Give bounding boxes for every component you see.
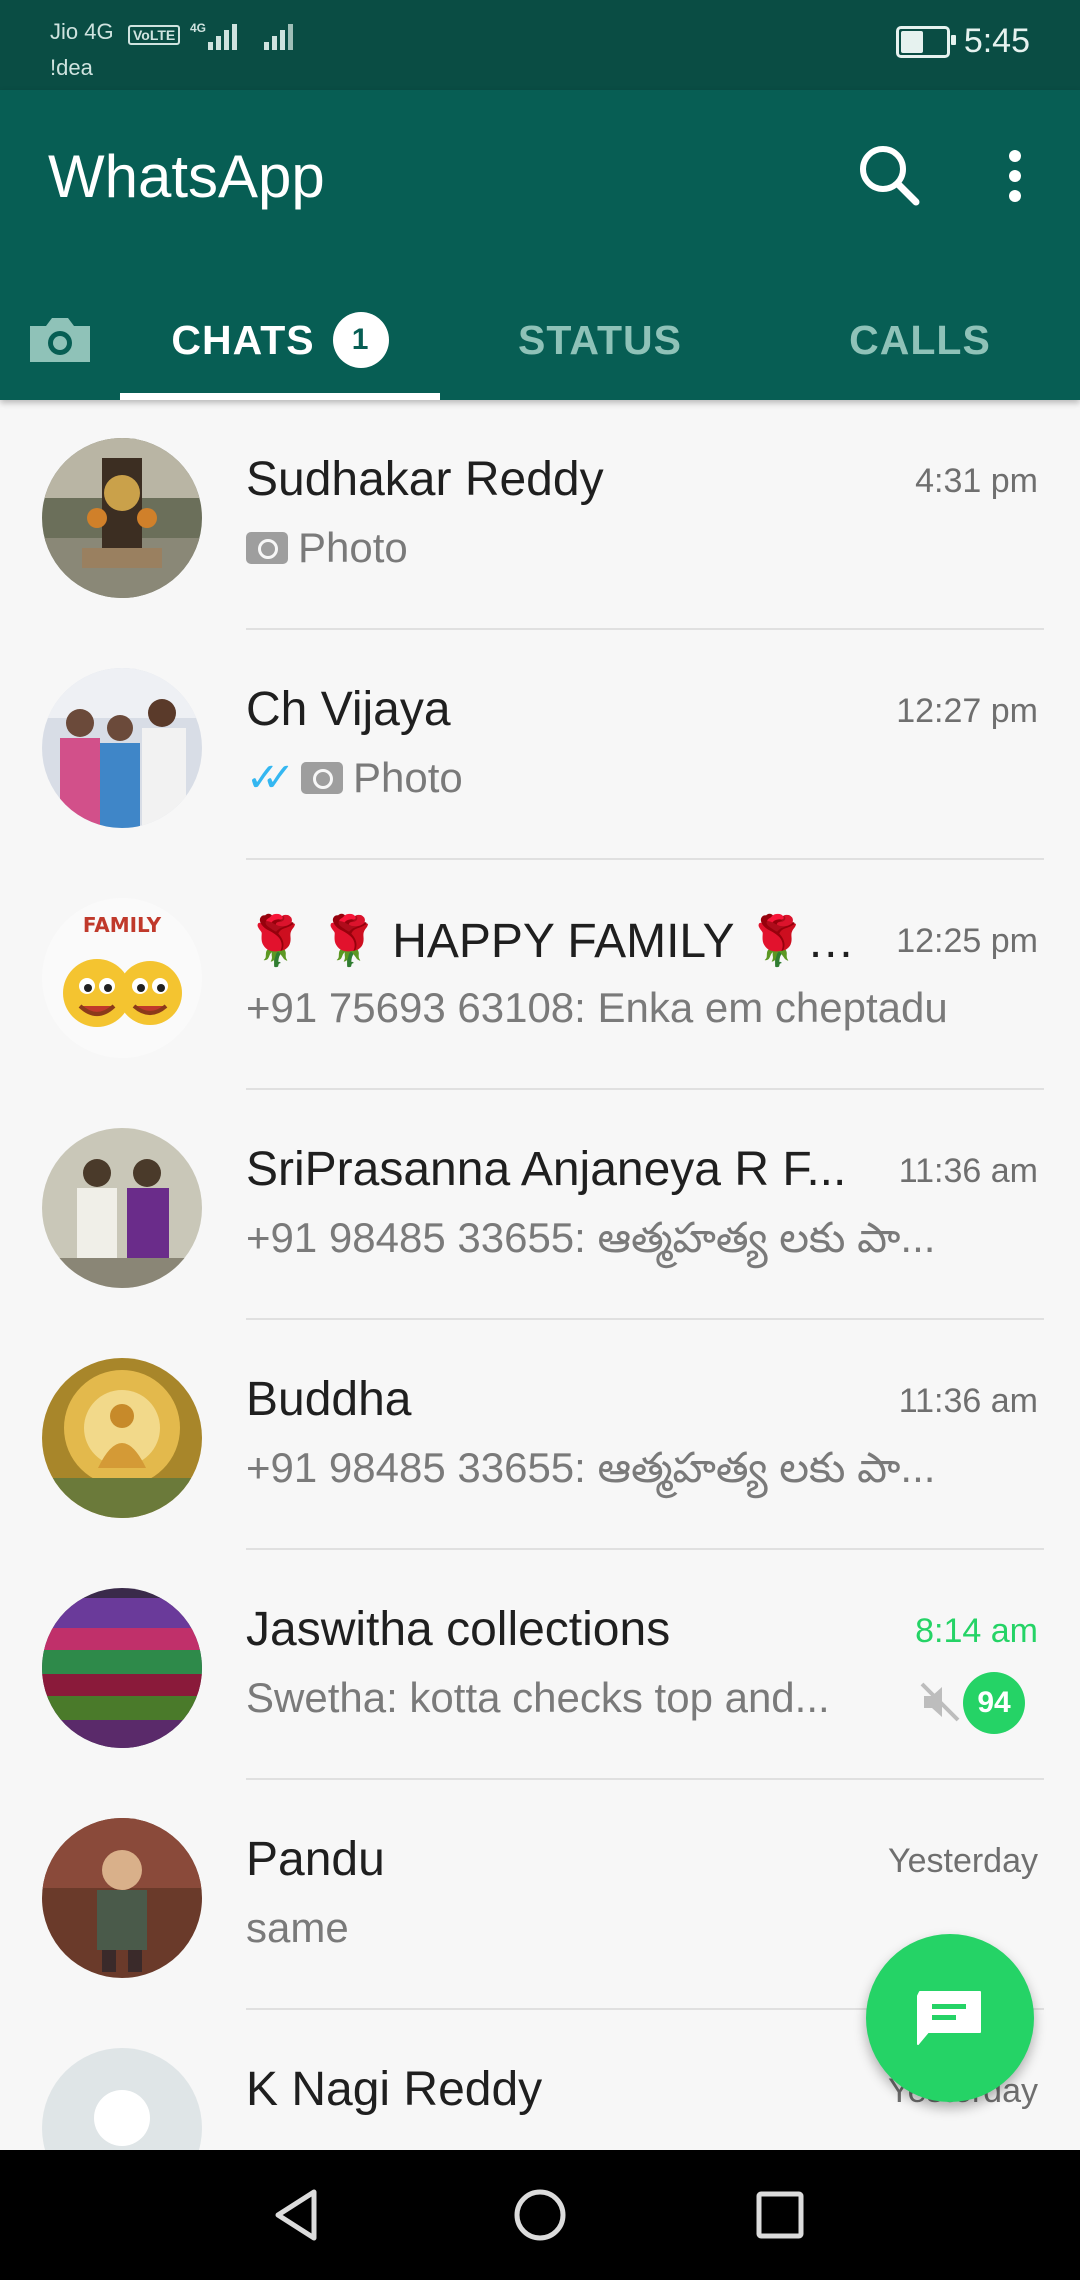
chat-row[interactable]: Jaswitha collections 8:14 am Swetha: kot…	[0, 1550, 1080, 1780]
network-icons: VoLTE 4G	[128, 20, 300, 50]
preview-text: Photo	[298, 524, 408, 571]
preview-text: same	[246, 1904, 349, 1951]
volte-icon: VoLTE	[128, 25, 181, 45]
chat-preview: +91 75693 63108: Enka em cheptadu	[246, 984, 948, 1032]
carrier-info: Jio 4G !dea	[50, 14, 114, 86]
svg-text:FAMILY: FAMILY	[83, 913, 162, 937]
chat-row[interactable]: Buddha 11:36 am +91 98485 33655: ఆత్మహత్…	[0, 1320, 1080, 1550]
preview-text: +91 98485 33655: ఆత్మహత్య లకు పా...	[246, 1214, 936, 1261]
avatar[interactable]	[42, 668, 202, 828]
chat-preview: +91 98485 33655: ఆత్మహత్య లకు పా...	[246, 1444, 935, 1503]
chats-unread-badge: 1	[332, 312, 389, 368]
chat-time: 11:36 am	[898, 1382, 1038, 1420]
carrier-2: !dea	[50, 55, 93, 80]
tab-chats-label: CHATS	[171, 316, 315, 363]
clock: 5:45	[963, 22, 1030, 60]
status-right: 5:45	[895, 22, 1030, 61]
signal-2-icon	[264, 24, 294, 50]
chat-name: Sudhakar Reddy	[246, 453, 604, 506]
signal-icon: 4G	[190, 21, 238, 50]
more-options-button[interactable]	[990, 136, 1040, 216]
chat-row[interactable]: FAMILY 🌹 🌹 HAPPY FAMILY 🌹 🌹 12:25 pm +91…	[0, 860, 1080, 1090]
nav-back-button[interactable]	[262, 2180, 332, 2250]
tab-camera[interactable]	[20, 300, 100, 380]
chat-time: 12:25 pm	[896, 922, 1038, 960]
preview-text: +91 98485 33655: ఆత్మహత్య లకు పా...	[246, 1444, 936, 1491]
back-icon	[275, 2189, 317, 2241]
chat-name: K Nagi Reddy	[246, 2063, 543, 2116]
status-bar: Jio 4G !dea VoLTE 4G 5:45	[0, 0, 1080, 90]
chat-name: 🌹 🌹 HAPPY FAMILY 🌹 🌹	[246, 915, 866, 968]
chat-row[interactable]: Sudhakar Reddy 4:31 pm Photo	[0, 400, 1080, 630]
tab-calls-label: CALLS	[849, 316, 991, 363]
photo-icon	[301, 762, 344, 794]
nav-home-button[interactable]	[505, 2180, 575, 2250]
carrier-1: Jio 4G	[50, 19, 114, 44]
chat-time: 4:31 pm	[915, 462, 1038, 500]
tab-chats[interactable]: CHATS 1	[120, 280, 440, 400]
default-avatar-icon	[42, 2048, 202, 2150]
new-chat-icon	[917, 1991, 981, 2045]
chat-name: Buddha	[246, 1373, 412, 1426]
chat-name: Pandu	[246, 1833, 385, 1886]
chat-row[interactable]: Ch Vijaya 12:27 pm ✓✓ Photo	[0, 630, 1080, 860]
chat-name: Ch Vijaya	[246, 683, 451, 736]
avatar[interactable]	[42, 2048, 202, 2150]
recents-icon	[756, 2191, 804, 2239]
chat-time: 11:36 am	[898, 1152, 1038, 1190]
more-vert-icon	[1009, 150, 1021, 202]
preview-text: Swetha: kotta checks top and...	[246, 1674, 830, 1721]
chat-preview: ✓✓ Photo	[246, 754, 463, 802]
tab-bar: CHATS 1 STATUS CALLS	[0, 280, 1080, 400]
chat-preview: Swetha: kotta checks top and...	[246, 1674, 830, 1722]
chat-name: SriPrasanna Anjaneya R F...	[246, 1143, 847, 1196]
chat-preview: Photo	[246, 524, 408, 572]
chat-preview: same	[246, 1904, 349, 1952]
tab-status-label: STATUS	[518, 316, 682, 363]
chat-row[interactable]: SriPrasanna Anjaneya R F... 11:36 am +91…	[0, 1090, 1080, 1320]
active-tab-indicator	[120, 393, 440, 400]
system-nav-bar	[0, 2150, 1080, 2280]
tab-status[interactable]: STATUS	[440, 280, 760, 400]
nav-recents-button[interactable]	[745, 2180, 815, 2250]
camera-icon	[30, 318, 90, 362]
svg-text:4G: 4G	[190, 21, 206, 35]
avatar[interactable]	[42, 1128, 202, 1288]
search-icon	[860, 146, 920, 206]
chat-time: Yesterday	[888, 1842, 1038, 1880]
battery-icon	[895, 25, 956, 58]
chat-preview: +91 98485 33655: ఆత్మహత్య లకు పా...	[246, 1214, 935, 1273]
chat-time: 8:14 am	[915, 1612, 1038, 1650]
chat-name: Jaswitha collections	[246, 1603, 671, 1656]
unread-count-badge: 94	[963, 1672, 1025, 1734]
new-chat-button[interactable]	[866, 1934, 1034, 2102]
home-icon	[514, 2189, 566, 2241]
preview-text: Photo	[353, 754, 463, 801]
chat-list[interactable]: Sudhakar Reddy 4:31 pm Photo Ch Vijaya 1…	[0, 400, 1080, 2150]
double-tick-icon: ✓✓	[246, 756, 295, 800]
app-title: WhatsApp	[48, 143, 325, 210]
chat-time: 12:27 pm	[896, 692, 1038, 730]
photo-icon	[246, 532, 288, 564]
avatar[interactable]	[42, 1358, 202, 1518]
avatar[interactable]	[42, 438, 202, 598]
tab-calls[interactable]: CALLS	[760, 280, 1080, 400]
avatar[interactable]	[42, 1818, 202, 1978]
muted-icon	[918, 1680, 962, 1724]
avatar[interactable]	[42, 1588, 202, 1748]
search-button[interactable]	[850, 136, 930, 216]
avatar[interactable]: FAMILY	[42, 898, 202, 1058]
preview-text: +91 75693 63108: Enka em cheptadu	[246, 984, 948, 1031]
app-bar: WhatsApp CHATS 1 STATUS CALLS	[0, 90, 1080, 400]
